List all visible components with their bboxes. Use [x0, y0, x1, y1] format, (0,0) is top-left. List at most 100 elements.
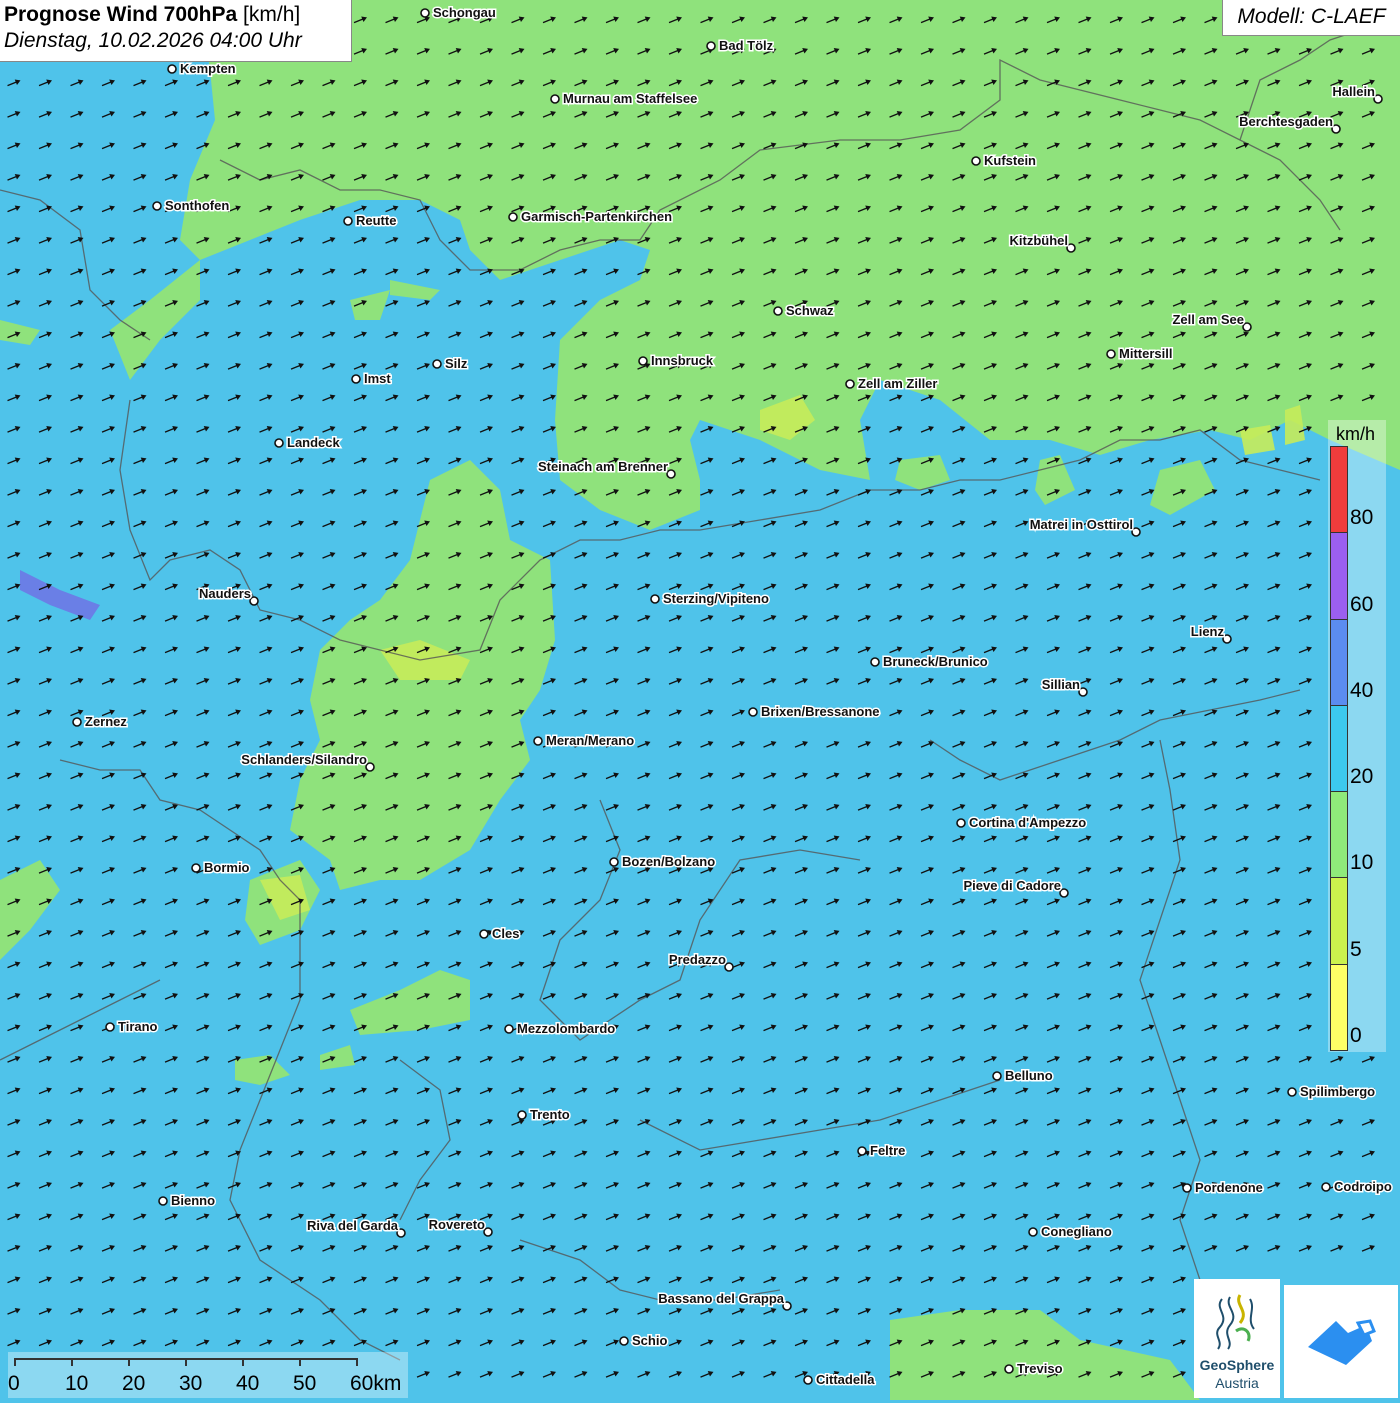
city-marker: Garmisch-Partenkirchen — [508, 208, 674, 226]
forecast-date: Dienstag, 10.02.2026 04:00 Uhr — [4, 29, 302, 52]
city-dot-icon — [191, 863, 201, 873]
scale-label: 0 — [8, 1372, 20, 1395]
city-label: Garmisch-Partenkirchen — [521, 209, 672, 224]
legend-swatch — [1330, 791, 1348, 879]
city-label: Bad Tölz — [719, 38, 774, 53]
city-dot-icon — [517, 1110, 527, 1120]
city-dot-icon — [504, 1024, 514, 1034]
city-label: Schongau — [433, 5, 496, 20]
legend-swatch — [1330, 618, 1348, 706]
scale-label: 30 — [179, 1372, 203, 1395]
city-label: Bienno — [171, 1193, 215, 1208]
city-dot-icon — [706, 41, 716, 51]
city-dot-icon — [158, 1196, 168, 1206]
city-label: Pieve di Cadore — [963, 878, 1061, 893]
city-dot-icon — [72, 717, 82, 727]
city-dot-icon — [1004, 1364, 1014, 1374]
city-label: Bassano del Grappa — [658, 1291, 784, 1306]
city-label: Codroipo — [1334, 1179, 1392, 1194]
city-marker: Zell am Ziller — [845, 375, 939, 393]
city-dot-icon — [479, 929, 489, 939]
city-dot-icon — [105, 1022, 115, 1032]
geosphere-logo: GeoSphere Austria — [1194, 1279, 1280, 1398]
city-marker: Meran/Merano — [533, 732, 636, 750]
city-label: Belluno — [1005, 1068, 1053, 1083]
city-label: Kufstein — [984, 153, 1036, 168]
city-label: Steinach am Brenner — [538, 459, 668, 474]
city-label: Spilimbergo — [1300, 1084, 1375, 1099]
city-dot-icon — [152, 201, 162, 211]
city-dot-icon — [782, 1301, 792, 1311]
legend-unit: km/h — [1336, 424, 1376, 444]
city-dot-icon — [1222, 634, 1232, 644]
city-label: Sonthofen — [165, 198, 229, 213]
city-marker: Pordenone — [1182, 1179, 1264, 1197]
logo-line2: Austria — [1215, 1375, 1259, 1391]
city-dot-icon — [609, 857, 619, 867]
city-label: Kempten — [180, 61, 236, 76]
legend-label: 60 — [1350, 592, 1374, 616]
scale-label: 40 — [236, 1372, 260, 1395]
city-dot-icon — [420, 8, 430, 18]
city-marker: Conegliano — [1028, 1223, 1113, 1241]
city-label: Predazzo — [669, 952, 726, 967]
city-marker: Bruneck/Brunico — [870, 653, 989, 671]
city-label: Hallein — [1332, 84, 1375, 99]
legend-label: 5 — [1350, 937, 1362, 961]
city-marker: Cortina d'Ampezzo — [956, 814, 1088, 832]
scale-tick — [14, 1358, 16, 1366]
city-label: Treviso — [1017, 1361, 1063, 1376]
city-dot-icon — [167, 64, 177, 74]
city-label: Zell am Ziller — [858, 376, 937, 391]
city-label: Pordenone — [1195, 1180, 1263, 1195]
scale-tick — [128, 1358, 130, 1366]
city-label: Meran/Merano — [546, 733, 634, 748]
city-label: Brixen/Bressanone — [761, 704, 880, 719]
scale-label: 60km — [350, 1372, 402, 1395]
city-label: Landeck — [287, 435, 341, 450]
city-dot-icon — [638, 356, 648, 366]
city-dot-icon — [483, 1227, 493, 1237]
legend-label: 0 — [1350, 1024, 1362, 1047]
city-marker: Bozen/Bolzano — [609, 853, 717, 871]
city-label: Schio — [632, 1333, 667, 1348]
city-marker: Innsbruck — [638, 352, 715, 370]
city-label: Riva del Garda — [307, 1218, 399, 1233]
city-dot-icon — [650, 594, 660, 604]
city-dot-icon — [351, 374, 361, 384]
city-label: Cles — [492, 926, 519, 941]
city-dot-icon — [773, 306, 783, 316]
city-label: Kitzbühel — [1010, 233, 1069, 248]
city-dot-icon — [870, 657, 880, 667]
city-label: Murnau am Staffelsee — [563, 91, 697, 106]
city-label: Reutte — [356, 213, 396, 228]
app-logo — [1284, 1285, 1398, 1398]
scale-tick — [356, 1358, 358, 1366]
city-label: Schlanders/Silandro — [241, 752, 367, 767]
city-label: Imst — [364, 371, 391, 386]
wind-map: Schongau Bad Tölz Kempten Murnau am Staffel… — [0, 0, 1400, 1400]
city-marker: Mezzolombardo — [504, 1020, 617, 1038]
city-label: Bormio — [204, 860, 250, 875]
city-label: Sillian — [1042, 677, 1080, 692]
city-label: Mittersill — [1119, 346, 1172, 361]
city-marker: Spilimbergo — [1287, 1083, 1377, 1101]
city-label: Rovereto — [429, 1217, 485, 1232]
city-marker: Brixen/Bressanone — [748, 703, 881, 721]
legend-label: 80 — [1350, 506, 1374, 530]
legend-swatch — [1330, 532, 1348, 620]
city-dot-icon — [857, 1146, 867, 1156]
city-marker: Schongau — [420, 4, 497, 22]
city-dot-icon — [396, 1228, 406, 1238]
legend-label: 10 — [1350, 851, 1374, 875]
city-label: Matrei in Osttirol — [1030, 517, 1133, 532]
city-label: Innsbruck — [651, 353, 714, 368]
city-dot-icon — [724, 962, 734, 972]
city-label: Berchtesgaden — [1239, 114, 1333, 129]
city-marker: Sterzing/Vipiteno — [650, 590, 770, 608]
city-dot-icon — [1059, 888, 1069, 898]
city-dot-icon — [1182, 1183, 1192, 1193]
city-label: Schwaz — [786, 303, 834, 318]
page-title: Prognose Wind 700hPa [km/h] — [4, 3, 347, 27]
city-dot-icon — [432, 359, 442, 369]
